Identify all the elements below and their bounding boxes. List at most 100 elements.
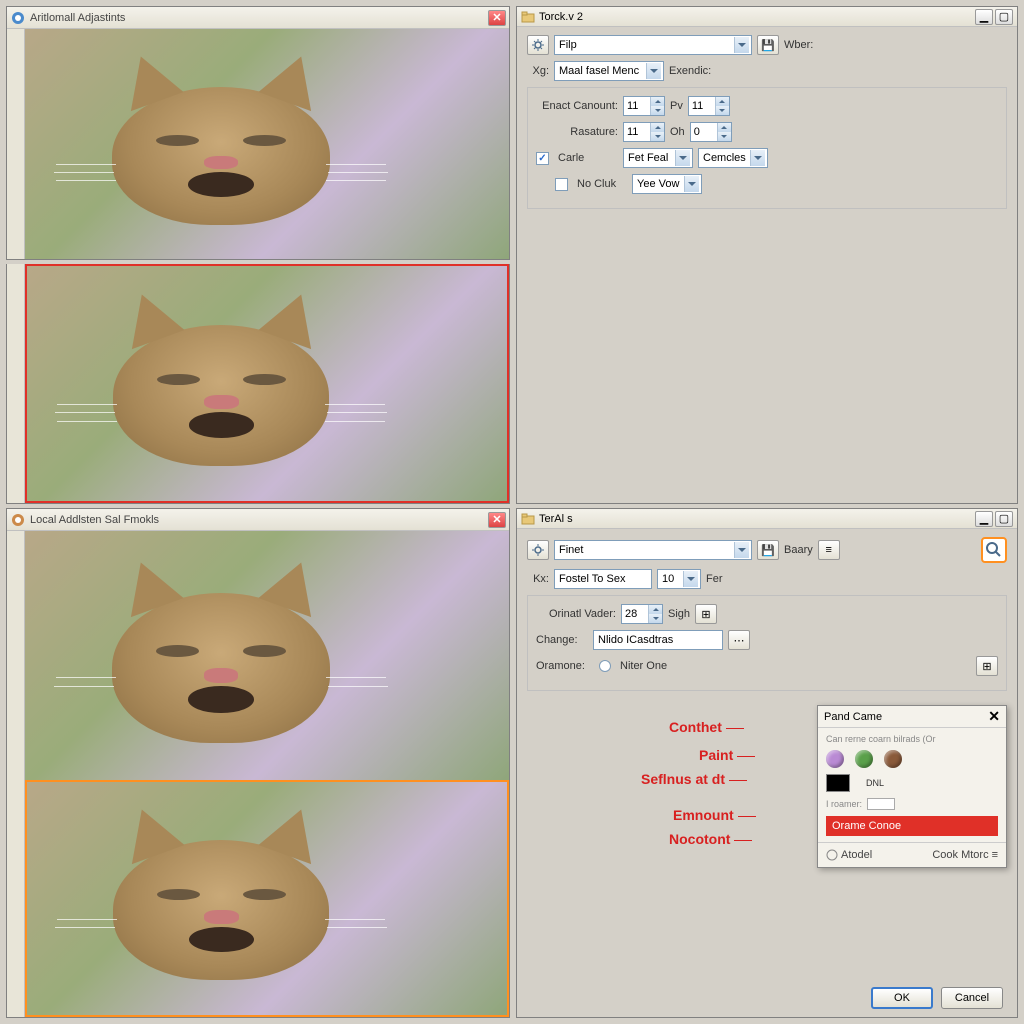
orinatl-label: Orinatl Vader:: [536, 608, 616, 620]
popup-more-link[interactable]: Cook Mtorc ≡: [932, 849, 998, 861]
annot-emnount: Emnount: [673, 807, 756, 823]
left-ruler-3: [7, 531, 25, 1017]
xg-label: Xg:: [527, 65, 549, 77]
left-ruler-2: [7, 264, 25, 503]
app-icon-2: [10, 512, 26, 528]
image-preview-3[interactable]: [25, 531, 509, 780]
popup-close-icon[interactable]: ✕: [988, 708, 1000, 725]
dnl-label: DNL: [866, 778, 884, 788]
window-top-left: Aritlomall Adjastints ✕: [6, 6, 510, 260]
enact-spinner[interactable]: 11: [623, 96, 665, 116]
folder-icon-2: [521, 512, 535, 526]
xg-dropdown[interactable]: Maal fasel Menc: [554, 61, 664, 81]
fer-label: Fer: [706, 573, 723, 585]
panel2-max-button[interactable]: ▢: [995, 511, 1013, 527]
colordot-brown[interactable]: [884, 750, 902, 768]
popup-pand-came: Pand Came ✕ Can rerne coarn bilrads (Or …: [817, 705, 1007, 868]
panel1-body: Filp 💾 Wber: Xg: Maal fasel Menc Exendic…: [517, 27, 1017, 217]
panel-top-right: Torck.v 2 ▁ ▢ Filp 💾 Wber: Xg: Maal fase…: [516, 6, 1018, 504]
nocluk-label: No Cluk: [577, 178, 627, 190]
baary-menu-button[interactable]: ≡: [818, 540, 840, 560]
colordot-green[interactable]: [855, 750, 873, 768]
rasature-label: Rasature:: [536, 126, 618, 138]
search-badge-icon[interactable]: [981, 537, 1007, 563]
kx-num-dropdown[interactable]: 10: [657, 569, 701, 589]
panel1-titlebar: Torck.v 2 ▁ ▢: [517, 7, 1017, 27]
oramone-radio[interactable]: [599, 660, 611, 672]
app-icon: [10, 10, 26, 26]
annot-seflnus: Seflnus at dt: [641, 771, 747, 787]
popup-title-text: Pand Came: [824, 711, 882, 723]
nocluk-checkbox[interactable]: [555, 178, 568, 191]
kx-value-dropdown[interactable]: Fostel To Sex: [554, 569, 652, 589]
panel2-body: Finet 💾 Baary ≡ Kx: Fostel To Sex 10 Fer…: [517, 529, 1017, 699]
exendic-label: Exendic:: [669, 65, 711, 77]
window-bottom-left: Local Addlsten Sal Fmokls ✕: [6, 508, 510, 1018]
oramone-grid-button[interactable]: ⊞: [976, 656, 998, 676]
baary-label: Baary: [784, 544, 813, 556]
oramone-label: Oramone:: [536, 660, 594, 672]
dialog-buttons: OK Cancel: [871, 987, 1003, 1009]
carle-checkbox[interactable]: [536, 152, 549, 165]
popup-titlebar: Pand Came ✕: [818, 706, 1006, 728]
sigh-label: Sigh: [668, 608, 690, 620]
roamer-label: I roamer:: [826, 799, 862, 809]
sigh-button[interactable]: ⊞: [695, 604, 717, 624]
titlebar-bottom-left: Local Addlsten Sal Fmokls ✕: [7, 509, 509, 531]
panel1-title: Torck.v 2: [539, 11, 583, 23]
wber-label: Wber:: [784, 39, 813, 51]
window-title-2: Local Addlsten Sal Fmokls: [30, 514, 488, 526]
cemcles-dropdown[interactable]: Cemcles: [698, 148, 768, 168]
close-button[interactable]: ✕: [488, 10, 506, 26]
titlebar-top-left: Aritlomall Adjastints ✕: [7, 7, 509, 29]
roamer-field[interactable]: [867, 798, 895, 810]
px-label: Pv: [670, 100, 683, 112]
gear-button[interactable]: [527, 35, 549, 55]
panel-bottom-right: TerAl s ▁ ▢ Finet 💾 Baary ≡ Kx: Fostel T…: [516, 508, 1018, 1018]
oh-spinner[interactable]: 0: [690, 122, 732, 142]
image-preview-4[interactable]: [25, 780, 509, 1017]
enact-label: Enact Canount:: [536, 100, 618, 112]
change-label: Change:: [536, 634, 588, 646]
orinatl-spinner[interactable]: 28: [621, 604, 663, 624]
colordot-purple[interactable]: [826, 750, 844, 768]
image-preview-2[interactable]: [25, 264, 509, 503]
annot-conthet: Conthet: [669, 719, 744, 735]
popup-subtitle: Can rerne coarn bilrads (Or: [826, 734, 998, 744]
ok-button[interactable]: OK: [871, 987, 933, 1009]
rasature-spinner[interactable]: 11: [623, 122, 665, 142]
color-swatch[interactable]: [826, 774, 850, 792]
panel2-titlebar: TerAl s ▁ ▢: [517, 509, 1017, 529]
panel2-min-button[interactable]: ▁: [975, 511, 993, 527]
yevow-dropdown[interactable]: Yee Vow: [632, 174, 702, 194]
carle-dropdown[interactable]: Fet Feal: [623, 148, 693, 168]
annot-nocotont: Nocotont: [669, 831, 752, 847]
popup-red-button[interactable]: Orame Conoe: [826, 816, 998, 836]
panel1-min-button[interactable]: ▁: [975, 9, 993, 25]
image-preview-1[interactable]: [25, 29, 509, 259]
panel1-max-button[interactable]: ▢: [995, 9, 1013, 25]
oramone-opt: Niter One: [620, 660, 667, 672]
window-body: [7, 29, 509, 259]
change-more-button[interactable]: ⋯: [728, 630, 750, 650]
carle-label: Carle: [558, 152, 618, 164]
params2-group: Orinatl Vader: 28 Sigh ⊞ Change: Nlido I…: [527, 595, 1007, 691]
save-preset-button[interactable]: 💾: [757, 35, 779, 55]
popup-about-link[interactable]: Atodel: [826, 849, 872, 861]
preset-dropdown[interactable]: Filp: [554, 35, 752, 55]
folder-icon: [521, 10, 535, 24]
window-title: Aritlomall Adjastints: [30, 12, 488, 24]
change-field[interactable]: Nlido ICasdtras: [593, 630, 723, 650]
preset2-dropdown[interactable]: Finet: [554, 540, 752, 560]
image-slot-2: [6, 264, 510, 504]
panel2-title: TerAl s: [539, 513, 573, 525]
kx-label: Kx:: [527, 573, 549, 585]
gear-button-2[interactable]: [527, 540, 549, 560]
px-spinner[interactable]: 11: [688, 96, 730, 116]
oh-label: Oh: [670, 126, 685, 138]
cancel-button[interactable]: Cancel: [941, 987, 1003, 1009]
annot-paint: Paint: [699, 747, 755, 763]
save-preset2-button[interactable]: 💾: [757, 540, 779, 560]
close-button-2[interactable]: ✕: [488, 512, 506, 528]
left-ruler: [7, 29, 25, 259]
